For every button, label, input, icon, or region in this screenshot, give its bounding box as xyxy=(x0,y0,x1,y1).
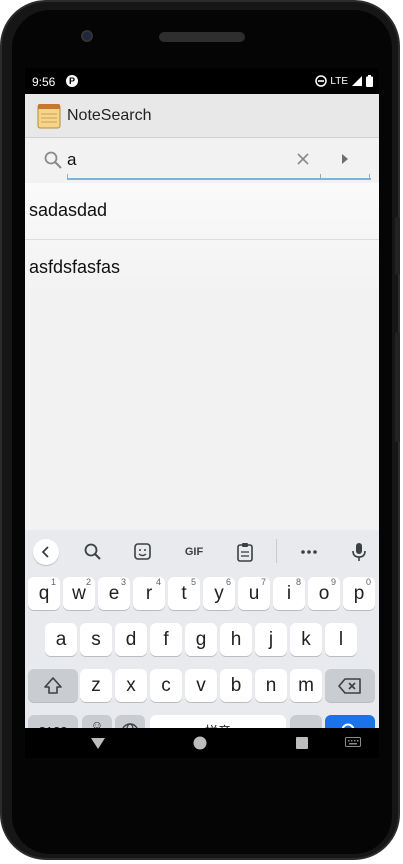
clipboard-icon xyxy=(237,543,253,562)
toolbar-divider xyxy=(276,539,277,563)
signal-icon xyxy=(352,76,362,86)
shift-key[interactable] xyxy=(28,669,78,702)
screen: 9:56 P LTE NoteSearch a sadasdad asfdsfa… xyxy=(25,68,379,758)
voice-input-button[interactable] xyxy=(348,541,370,563)
status-bar: 9:56 P LTE xyxy=(25,68,379,94)
status-time: 9:56 xyxy=(32,75,56,89)
search-bar xyxy=(25,139,379,183)
key-e[interactable]: e3 xyxy=(98,577,130,610)
key-z[interactable]: z xyxy=(80,669,112,702)
app-bar: NoteSearch xyxy=(25,94,379,138)
navigation-bar xyxy=(25,728,379,758)
gif-button[interactable]: GIF xyxy=(180,541,208,563)
keyboard-toolbar: GIF xyxy=(25,530,379,572)
key-w[interactable]: w2 xyxy=(63,577,95,610)
sticker-button[interactable] xyxy=(132,541,154,563)
search-input[interactable] xyxy=(67,147,321,173)
key-k[interactable]: k xyxy=(290,623,322,656)
underline-tick xyxy=(67,174,68,180)
key-h[interactable]: h xyxy=(220,623,252,656)
dnd-icon xyxy=(315,75,328,87)
submit-arrow-icon[interactable] xyxy=(337,148,353,170)
search-underline xyxy=(67,174,371,180)
underline-tick xyxy=(320,174,321,180)
key-l[interactable]: l xyxy=(325,623,357,656)
underline-tick xyxy=(369,174,370,180)
back-chevron-icon xyxy=(41,546,49,558)
note-list: sadasdad asfdsfasfas xyxy=(25,183,379,297)
key-i[interactable]: i8 xyxy=(273,577,305,610)
notepad-icon xyxy=(37,104,61,129)
key-n[interactable]: n xyxy=(255,669,287,702)
key-x[interactable]: x xyxy=(115,669,147,702)
key-c[interactable]: c xyxy=(150,669,182,702)
clear-icon[interactable] xyxy=(292,148,314,170)
mic-icon xyxy=(352,543,366,561)
key-row-2: a s d f g h j k l xyxy=(25,623,379,661)
list-item[interactable]: sadasdad xyxy=(25,183,379,240)
recents-icon[interactable] xyxy=(295,736,309,750)
backspace-key[interactable] xyxy=(325,669,375,702)
key-o[interactable]: o9 xyxy=(308,577,340,610)
key-q[interactable]: q1 xyxy=(28,577,60,610)
notification-icon: P xyxy=(66,75,78,87)
keyboard-switch-icon[interactable] xyxy=(345,737,361,749)
keyboard-search-button[interactable] xyxy=(82,541,104,563)
key-f[interactable]: f xyxy=(150,623,182,656)
key-d[interactable]: d xyxy=(115,623,147,656)
sticker-icon xyxy=(134,543,151,560)
key-b[interactable]: b xyxy=(220,669,252,702)
volume-button xyxy=(395,217,400,275)
back-icon[interactable] xyxy=(89,736,107,750)
battery-icon xyxy=(366,75,373,87)
search-icon xyxy=(84,543,101,560)
key-v[interactable]: v xyxy=(185,669,217,702)
soft-keyboard: GIF q1 w2 e3 r4 t 5 y 6 u 7 i 8 o 9 p 0 … xyxy=(25,530,379,748)
key-t[interactable]: t5 xyxy=(168,577,200,610)
key-r[interactable]: r4 xyxy=(133,577,165,610)
backspace-icon xyxy=(338,678,361,694)
front-camera xyxy=(81,30,93,42)
power-button xyxy=(395,332,400,442)
app-title: NoteSearch xyxy=(67,107,152,124)
key-g[interactable]: g xyxy=(185,623,217,656)
key-m[interactable]: m xyxy=(290,669,322,702)
key-y[interactable]: y6 xyxy=(203,577,235,610)
key-j[interactable]: j xyxy=(255,623,287,656)
more-icon xyxy=(301,550,317,554)
collapse-button[interactable] xyxy=(33,539,59,565)
key-u[interactable]: u7 xyxy=(238,577,270,610)
search-icon xyxy=(44,151,62,169)
key-a[interactable]: a xyxy=(45,623,77,656)
key-row-3: z x c v b n m xyxy=(25,669,379,707)
shift-icon xyxy=(44,677,62,694)
key-row-1: q1 w2 e3 r4 t5 y6 u7 i8 o9 p0 xyxy=(25,577,379,615)
phone-frame: 9:56 P LTE NoteSearch a sadasdad asfdsfa… xyxy=(0,0,400,860)
list-item[interactable]: asfdsfasfas xyxy=(25,240,379,297)
home-icon[interactable] xyxy=(193,736,207,750)
clipboard-button[interactable] xyxy=(234,541,256,563)
earpiece-speaker xyxy=(159,32,245,42)
key-s[interactable]: s xyxy=(80,623,112,656)
key-p[interactable]: p0 xyxy=(343,577,375,610)
more-button[interactable] xyxy=(298,541,320,563)
network-label: LTE xyxy=(330,75,348,87)
